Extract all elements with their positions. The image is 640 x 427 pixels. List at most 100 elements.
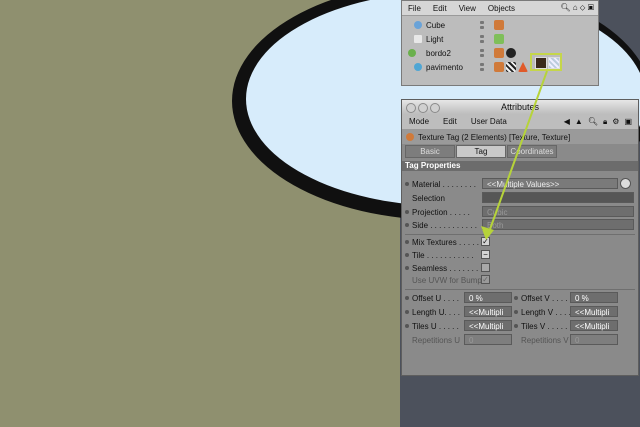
menu-edit[interactable]: Edit — [427, 4, 453, 13]
tile-checkbox[interactable]: − — [481, 250, 490, 259]
object-name: pavimento — [426, 62, 463, 72]
lock-icon[interactable]: 🔒︎ — [603, 117, 607, 127]
animation-dot-icon[interactable] — [514, 296, 518, 300]
check-tag-icon[interactable] — [494, 34, 504, 44]
menu-edit[interactable]: Edit — [436, 117, 464, 126]
zoom-icon[interactable] — [430, 103, 440, 113]
length-u-field[interactable]: <<Multipli — [464, 306, 512, 317]
animation-dot-icon[interactable] — [405, 182, 409, 186]
animation-dot-icon[interactable] — [514, 310, 518, 314]
repetitions-u-row: Repetitions U — [412, 334, 460, 346]
phong-tag-icon[interactable] — [494, 48, 504, 58]
mix-textures-label: Mix Textures . . . . . — [412, 237, 479, 247]
visibility-dots[interactable] — [480, 21, 494, 29]
mix-textures-row: Mix Textures . . . . . — [405, 236, 488, 248]
new-window-icon[interactable]: ▣ — [624, 117, 632, 127]
object-row-cube[interactable]: Cube — [402, 18, 598, 32]
menu-file[interactable]: File — [402, 4, 427, 13]
menu-user-data[interactable]: User Data — [464, 117, 514, 126]
material-tag-icon[interactable] — [506, 48, 516, 58]
menu-objects[interactable]: Objects — [482, 4, 521, 13]
offset-v-row: Offset V . . . . — [514, 292, 568, 304]
animation-dot-icon[interactable] — [405, 310, 409, 314]
attributes-titlebar[interactable]: Attributes — [402, 100, 638, 114]
bordo2-icon — [408, 49, 416, 57]
back-arrow-icon[interactable]: ◀ — [564, 117, 570, 127]
divider — [405, 234, 635, 235]
object-row-bordo2[interactable]: bordo2 — [402, 46, 598, 60]
animation-dot-icon[interactable] — [405, 210, 409, 214]
offset-v-label: Offset V . . . . — [521, 293, 568, 303]
length-v-field[interactable]: <<Multipli — [570, 306, 618, 317]
minimize-icon[interactable] — [418, 103, 428, 113]
material-picker-icon[interactable] — [620, 178, 631, 189]
length-u-label: Length U. . . . — [412, 307, 461, 317]
tile-row: Tile . . . . . . . . . . . — [405, 249, 488, 261]
tab-tag[interactable]: Tag — [456, 145, 506, 158]
selection-row: Selection — [405, 192, 488, 204]
tiles-u-field[interactable]: <<Multipli — [464, 320, 512, 331]
material-label: Material . . . . . . . . — [412, 179, 477, 189]
projection-label: Projection . . . . . — [412, 207, 470, 217]
animation-dot-icon[interactable] — [405, 324, 409, 328]
window-title: Attributes — [500, 102, 540, 112]
side-label: Side . . . . . . . . . . . — [412, 220, 477, 230]
animation-dot-icon[interactable] — [514, 324, 518, 328]
projection-row: Projection . . . . . — [405, 206, 488, 218]
section-header: Tag Properties — [402, 161, 638, 171]
selection-field[interactable] — [482, 192, 634, 203]
cube-icon — [414, 21, 422, 29]
visibility-dots[interactable] — [480, 49, 494, 57]
projection-dropdown[interactable]: Cubic — [482, 206, 634, 217]
phong-tag-icon[interactable] — [494, 62, 504, 72]
search-icon[interactable]: 🔍︎ — [588, 117, 598, 127]
objects-panel: File Edit View Objects 🔍︎ ⌂ ⬦ ▣ Cube Lig… — [401, 0, 599, 86]
texture-tag-icon[interactable] — [535, 57, 547, 69]
objects-menu-bar: File Edit View Objects 🔍︎ ⌂ ⬦ ▣ — [402, 1, 598, 16]
use-uvw-checkbox[interactable]: ✓ — [481, 275, 490, 284]
animation-dot-icon[interactable] — [405, 253, 409, 257]
phong-tag-icon[interactable] — [494, 20, 504, 30]
settings-icon[interactable]: ⚙ — [612, 117, 619, 127]
object-row-light[interactable]: Light — [402, 32, 598, 46]
texture-tag-icon[interactable] — [548, 57, 560, 69]
attributes-menu-bar: Mode Edit User Data ◀ ▲ 🔍︎ 🔒︎ ⚙ ▣ — [402, 114, 638, 130]
visibility-dots[interactable] — [480, 63, 494, 71]
animation-dot-icon[interactable] — [405, 223, 409, 227]
attributes-window: Attributes Mode Edit User Data ◀ ▲ 🔍︎ 🔒︎… — [401, 99, 639, 376]
length-v-label: Length V . . . . — [521, 307, 571, 317]
visibility-dots[interactable] — [480, 35, 494, 43]
warning-tag-icon[interactable] — [518, 62, 528, 72]
object-row-pavimento[interactable]: pavimento — [402, 60, 598, 74]
animation-dot-icon[interactable] — [405, 240, 409, 244]
length-u-row: Length U. . . . — [405, 306, 460, 318]
tiles-v-field[interactable]: <<Multipli — [570, 320, 618, 331]
repetitions-v-row: Repetitions V — [521, 334, 569, 346]
mix-textures-checkbox[interactable]: ✓ — [481, 237, 490, 246]
seamless-checkbox[interactable] — [481, 263, 490, 272]
pavimento-icon — [414, 63, 422, 71]
close-icon[interactable] — [406, 103, 416, 113]
material-field[interactable]: <<Multiple Values>> — [482, 178, 618, 189]
divider — [405, 289, 635, 290]
tab-coordinates[interactable]: Coordinates — [507, 145, 557, 158]
side-dropdown[interactable]: Both — [482, 219, 634, 230]
animation-dot-icon[interactable] — [405, 266, 409, 270]
menu-mode[interactable]: Mode — [402, 117, 436, 126]
offset-v-field[interactable]: 0 % — [570, 292, 618, 303]
repetitions-v-label: Repetitions V — [521, 335, 569, 345]
uvw-tag-icon[interactable] — [506, 62, 516, 72]
up-arrow-icon[interactable]: ▲ — [575, 117, 583, 127]
selection-label: Selection — [412, 193, 445, 203]
animation-dot-icon[interactable] — [405, 296, 409, 300]
use-uvw-row: Use UVW for Bump — [405, 274, 488, 286]
search-icon[interactable]: 🔍︎ ⌂ ⬦ ▣ — [560, 3, 598, 13]
offset-u-field[interactable]: 0 % — [464, 292, 512, 303]
repetitions-u-field[interactable]: 0 — [464, 334, 512, 345]
tab-basic[interactable]: Basic — [405, 145, 455, 158]
offset-u-row: Offset U . . . . — [405, 292, 459, 304]
tiles-u-label: Tiles U . . . . . — [412, 321, 459, 331]
repetitions-v-field[interactable]: 0 — [570, 334, 618, 345]
object-name: Light — [426, 34, 444, 44]
menu-view[interactable]: View — [453, 4, 482, 13]
